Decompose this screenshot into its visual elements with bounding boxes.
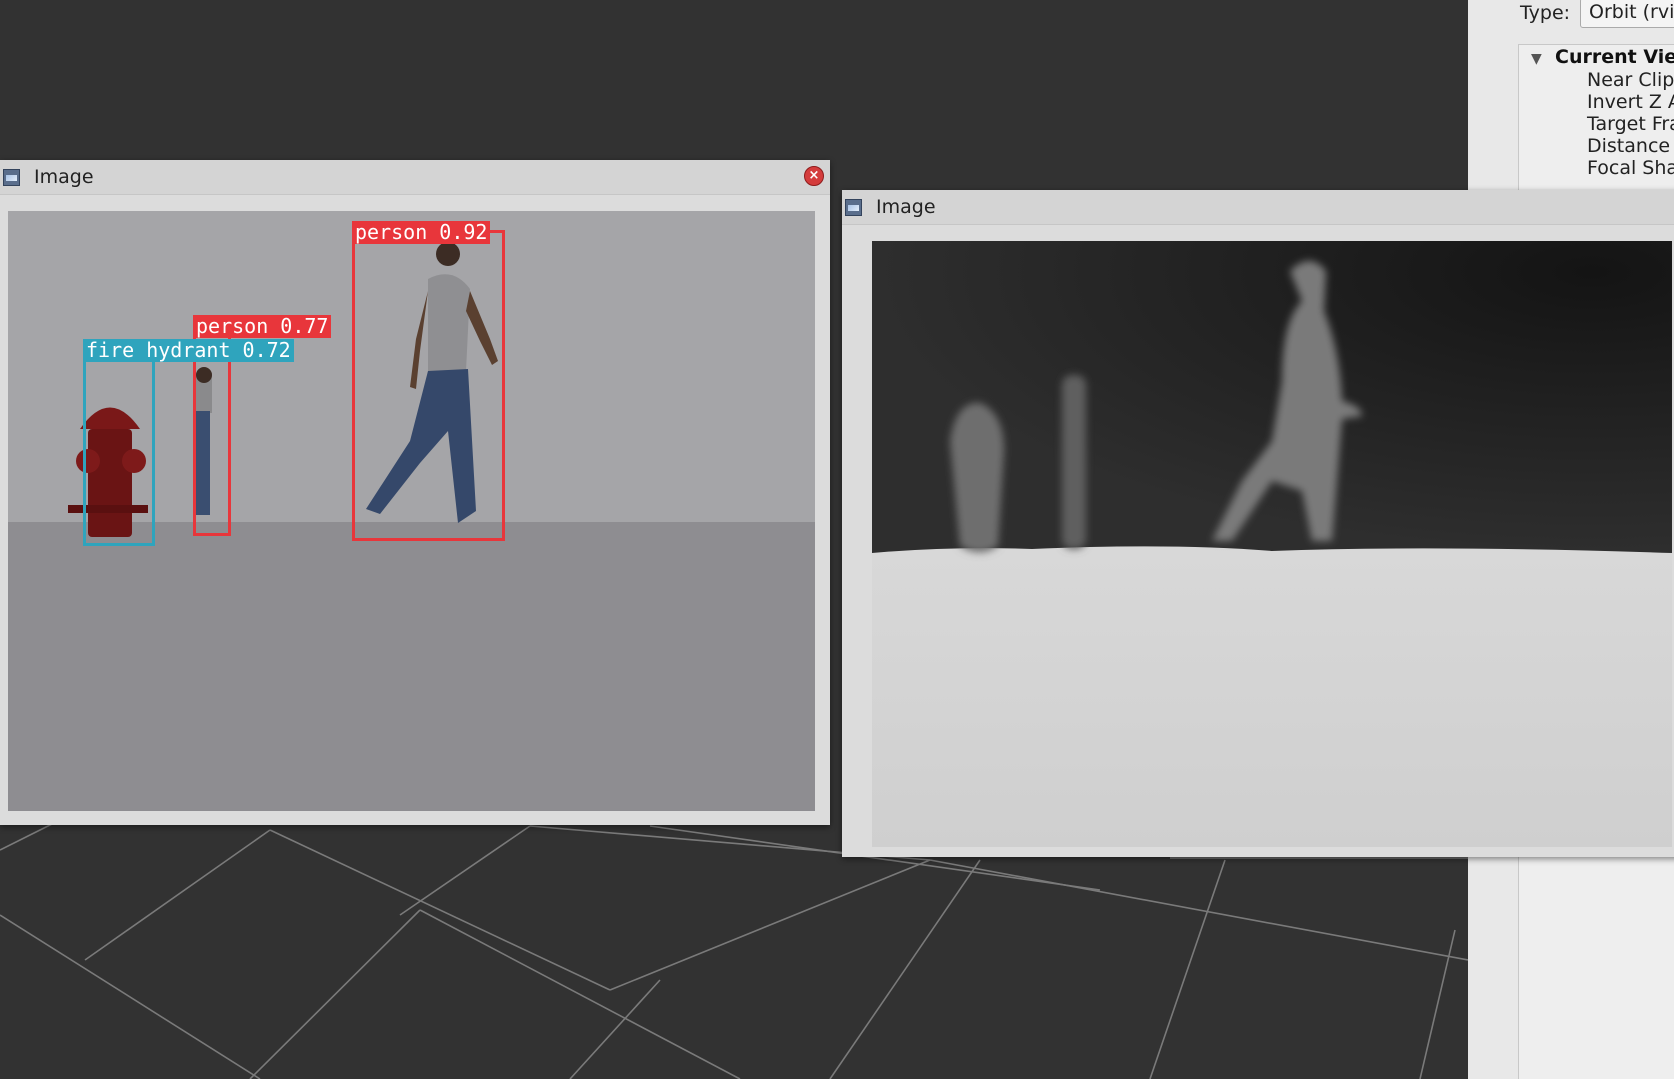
view-type-combobox[interactable]: Orbit (rvi <box>1580 0 1674 28</box>
current-view-title: Current Vie <box>1555 46 1674 68</box>
image-icon <box>3 169 20 186</box>
property-distance[interactable]: Distance <box>1587 135 1670 157</box>
window-titlebar[interactable]: Image <box>842 190 1674 225</box>
detection-label-fire-hydrant: fire hydrant 0.72 <box>83 339 294 362</box>
window-titlebar[interactable]: Image × <box>0 160 830 195</box>
depth-image <box>872 241 1672 847</box>
close-icon[interactable]: × <box>804 166 824 186</box>
expand-arrow-icon[interactable]: ▼ <box>1531 51 1542 67</box>
view-type-label: Type: <box>1520 2 1571 24</box>
property-invert-z[interactable]: Invert Z A <box>1587 91 1674 113</box>
window-title: Image <box>876 196 936 218</box>
detection-box-person-0 <box>352 230 505 541</box>
window-title: Image <box>34 166 94 188</box>
depth-image-window[interactable]: Image <box>842 190 1674 857</box>
property-target-frame[interactable]: Target Fra <box>1587 113 1674 135</box>
detection-box-fire-hydrant <box>83 357 155 546</box>
image-icon <box>845 199 862 216</box>
property-near-clip[interactable]: Near Clip <box>1587 69 1674 91</box>
detection-label-person-1: person 0.77 <box>193 315 332 338</box>
property-focal-shape[interactable]: Focal Sha <box>1587 157 1674 179</box>
detection-box-person-1 <box>193 334 231 536</box>
detection-image-window[interactable]: Image × person 0.92 person 0.77 fire hyd… <box>0 160 830 825</box>
detection-label-person-0: person 0.92 <box>352 221 491 244</box>
detection-image: person 0.92 person 0.77 fire hydrant 0.7… <box>8 211 815 811</box>
